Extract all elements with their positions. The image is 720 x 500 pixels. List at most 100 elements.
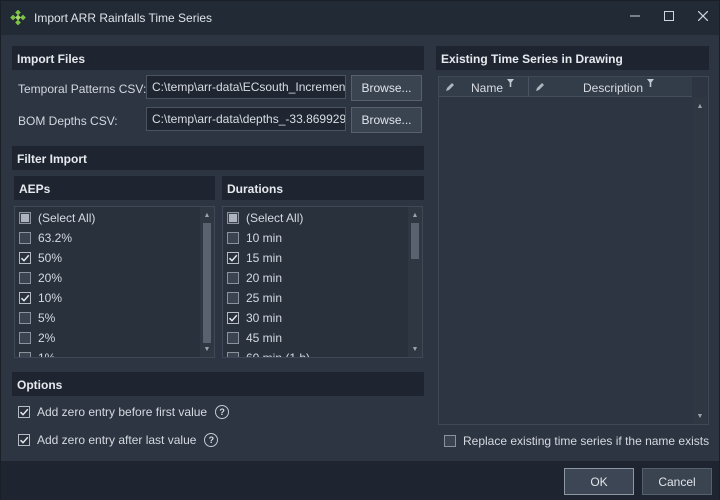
list-item-label: 10 min bbox=[246, 231, 283, 245]
list-item[interactable]: 1% bbox=[19, 348, 56, 358]
help-icon[interactable]: ? bbox=[204, 433, 219, 447]
list-item-checkbox[interactable] bbox=[19, 292, 31, 304]
checkmark-icon bbox=[228, 314, 238, 322]
list-item[interactable]: 25 min bbox=[227, 288, 282, 308]
scroll-down-icon[interactable]: ▼ bbox=[200, 342, 214, 356]
list-item-checkbox[interactable] bbox=[19, 312, 31, 324]
scroll-down-icon[interactable]: ▼ bbox=[693, 409, 707, 423]
list-item[interactable]: 20 min bbox=[227, 268, 282, 288]
list-item-label: 63.2% bbox=[38, 231, 73, 245]
bom-depths-label: BOM Depths CSV: bbox=[18, 114, 118, 128]
close-button[interactable] bbox=[686, 1, 720, 31]
list-item-checkbox[interactable] bbox=[19, 252, 31, 264]
cancel-button[interactable]: Cancel bbox=[642, 468, 712, 495]
list-item-checkbox[interactable] bbox=[227, 212, 239, 224]
scroll-down-icon[interactable]: ▼ bbox=[408, 342, 422, 356]
checkmark-icon bbox=[20, 294, 30, 302]
existing-series-grid[interactable]: Name Description ▲ ▼ bbox=[438, 76, 709, 425]
list-item-checkbox[interactable] bbox=[227, 352, 239, 357]
list-item-checkbox[interactable] bbox=[227, 312, 239, 324]
list-item[interactable]: 60 min (1 h) bbox=[227, 348, 311, 358]
list-item-label: 25 min bbox=[246, 291, 283, 305]
list-item-label: 20 min bbox=[246, 271, 283, 285]
zero-before-label: Add zero entry before first value bbox=[37, 405, 208, 419]
zero-after-checkbox[interactable] bbox=[18, 434, 30, 446]
list-item-checkbox[interactable] bbox=[19, 232, 31, 244]
zero-after-option[interactable]: Add zero entry after last value ? bbox=[18, 433, 219, 447]
help-icon[interactable]: ? bbox=[215, 405, 230, 419]
replace-existing-label: Replace existing time series if the name… bbox=[463, 434, 710, 448]
list-item-checkbox[interactable] bbox=[227, 332, 239, 344]
list-item-label: 2% bbox=[38, 331, 56, 345]
filter-import-header: Filter Import bbox=[12, 146, 424, 170]
list-item-checkbox[interactable] bbox=[19, 352, 31, 357]
import-files-header: Import Files bbox=[12, 46, 424, 70]
scroll-thumb[interactable] bbox=[203, 223, 211, 343]
zero-before-option[interactable]: Add zero entry before first value ? bbox=[18, 405, 230, 419]
aeps-header: AEPs bbox=[14, 176, 215, 200]
zero-before-checkbox[interactable] bbox=[18, 406, 30, 418]
list-item-checkbox[interactable] bbox=[227, 252, 239, 264]
import-dialog: Import ARR Rainfalls Time Series Import … bbox=[0, 0, 720, 500]
list-item[interactable]: 5% bbox=[19, 308, 55, 328]
scroll-up-icon[interactable]: ▲ bbox=[408, 208, 422, 222]
list-item-label: 30 min bbox=[246, 311, 283, 325]
scroll-up-icon[interactable]: ▲ bbox=[200, 208, 214, 222]
ok-button[interactable]: OK bbox=[564, 468, 634, 495]
list-item[interactable]: 10% bbox=[19, 288, 62, 308]
list-item[interactable]: 10 min bbox=[227, 228, 282, 248]
existing-series-header: Existing Time Series in Drawing bbox=[436, 46, 709, 70]
list-item-label: 10% bbox=[38, 291, 63, 305]
list-item-checkbox[interactable] bbox=[19, 212, 31, 224]
list-item-label: (Select All) bbox=[246, 211, 304, 225]
list-item-label: 60 min (1 h) bbox=[246, 351, 311, 358]
list-item[interactable]: 15 min bbox=[227, 248, 282, 268]
grid-column-description[interactable]: Description bbox=[529, 77, 692, 97]
durations-scrollbar[interactable]: ▲ ▼ bbox=[408, 207, 422, 357]
filter-icon[interactable] bbox=[507, 79, 514, 87]
list-item-checkbox[interactable] bbox=[227, 232, 239, 244]
list-item-checkbox[interactable] bbox=[227, 272, 239, 284]
close-icon bbox=[698, 11, 708, 21]
durations-list[interactable]: (Select All) 10 min 15 min 20 min 25 min 30 m… bbox=[222, 206, 423, 358]
aep-scrollbar[interactable]: ▲ ▼ bbox=[200, 207, 214, 357]
list-item-checkbox[interactable] bbox=[19, 332, 31, 344]
checkmark-icon bbox=[19, 436, 29, 444]
list-item[interactable]: 2% bbox=[19, 328, 55, 348]
temporal-patterns-label: Temporal Patterns CSV: bbox=[18, 82, 147, 96]
list-item-label: 20% bbox=[38, 271, 63, 285]
app-diamond-icon bbox=[10, 10, 26, 26]
list-item-label: 45 min bbox=[246, 331, 283, 345]
list-item-label: 15 min bbox=[246, 251, 283, 265]
list-item[interactable]: 50% bbox=[19, 248, 62, 268]
filter-icon[interactable] bbox=[647, 79, 654, 87]
list-item[interactable]: 63.2% bbox=[19, 228, 72, 248]
maximize-button[interactable] bbox=[652, 1, 686, 31]
minimize-button[interactable] bbox=[618, 1, 652, 31]
list-item[interactable]: (Select All) bbox=[19, 208, 95, 228]
grid-column-name[interactable]: Name bbox=[439, 77, 529, 97]
temporal-browse-button[interactable]: Browse... bbox=[351, 75, 422, 101]
scroll-thumb[interactable] bbox=[411, 223, 419, 259]
checkmark-icon bbox=[20, 254, 30, 262]
list-item[interactable]: (Select All) bbox=[227, 208, 303, 228]
list-item-label: 1% bbox=[38, 351, 56, 358]
replace-existing-option[interactable]: Replace existing time series if the name… bbox=[444, 434, 709, 448]
list-item-label: 50% bbox=[38, 251, 63, 265]
title-bar[interactable]: Import ARR Rainfalls Time Series bbox=[1, 1, 719, 35]
pencil-icon bbox=[536, 83, 544, 91]
list-item[interactable]: 30 min bbox=[227, 308, 282, 328]
list-item-checkbox[interactable] bbox=[227, 292, 239, 304]
aep-list[interactable]: (Select All) 63.2% 50% 20% 10% 5% 2% 1% ▲ ▼ bbox=[14, 206, 215, 358]
replace-existing-checkbox[interactable] bbox=[444, 435, 456, 447]
grid-header: Name Description bbox=[439, 77, 692, 97]
list-item-checkbox[interactable] bbox=[19, 272, 31, 284]
list-item[interactable]: 20% bbox=[19, 268, 62, 288]
bom-depths-field[interactable]: C:\temp\arr-data\depths_-33.869929 bbox=[146, 107, 346, 131]
maximize-icon bbox=[664, 11, 674, 21]
scroll-up-icon[interactable]: ▲ bbox=[693, 99, 707, 113]
temporal-patterns-field[interactable]: C:\temp\arr-data\ECsouth_Incremen bbox=[146, 75, 346, 99]
grid-scrollbar[interactable]: ▲ ▼ bbox=[693, 97, 707, 424]
bom-browse-button[interactable]: Browse... bbox=[351, 107, 422, 133]
list-item[interactable]: 45 min bbox=[227, 328, 282, 348]
